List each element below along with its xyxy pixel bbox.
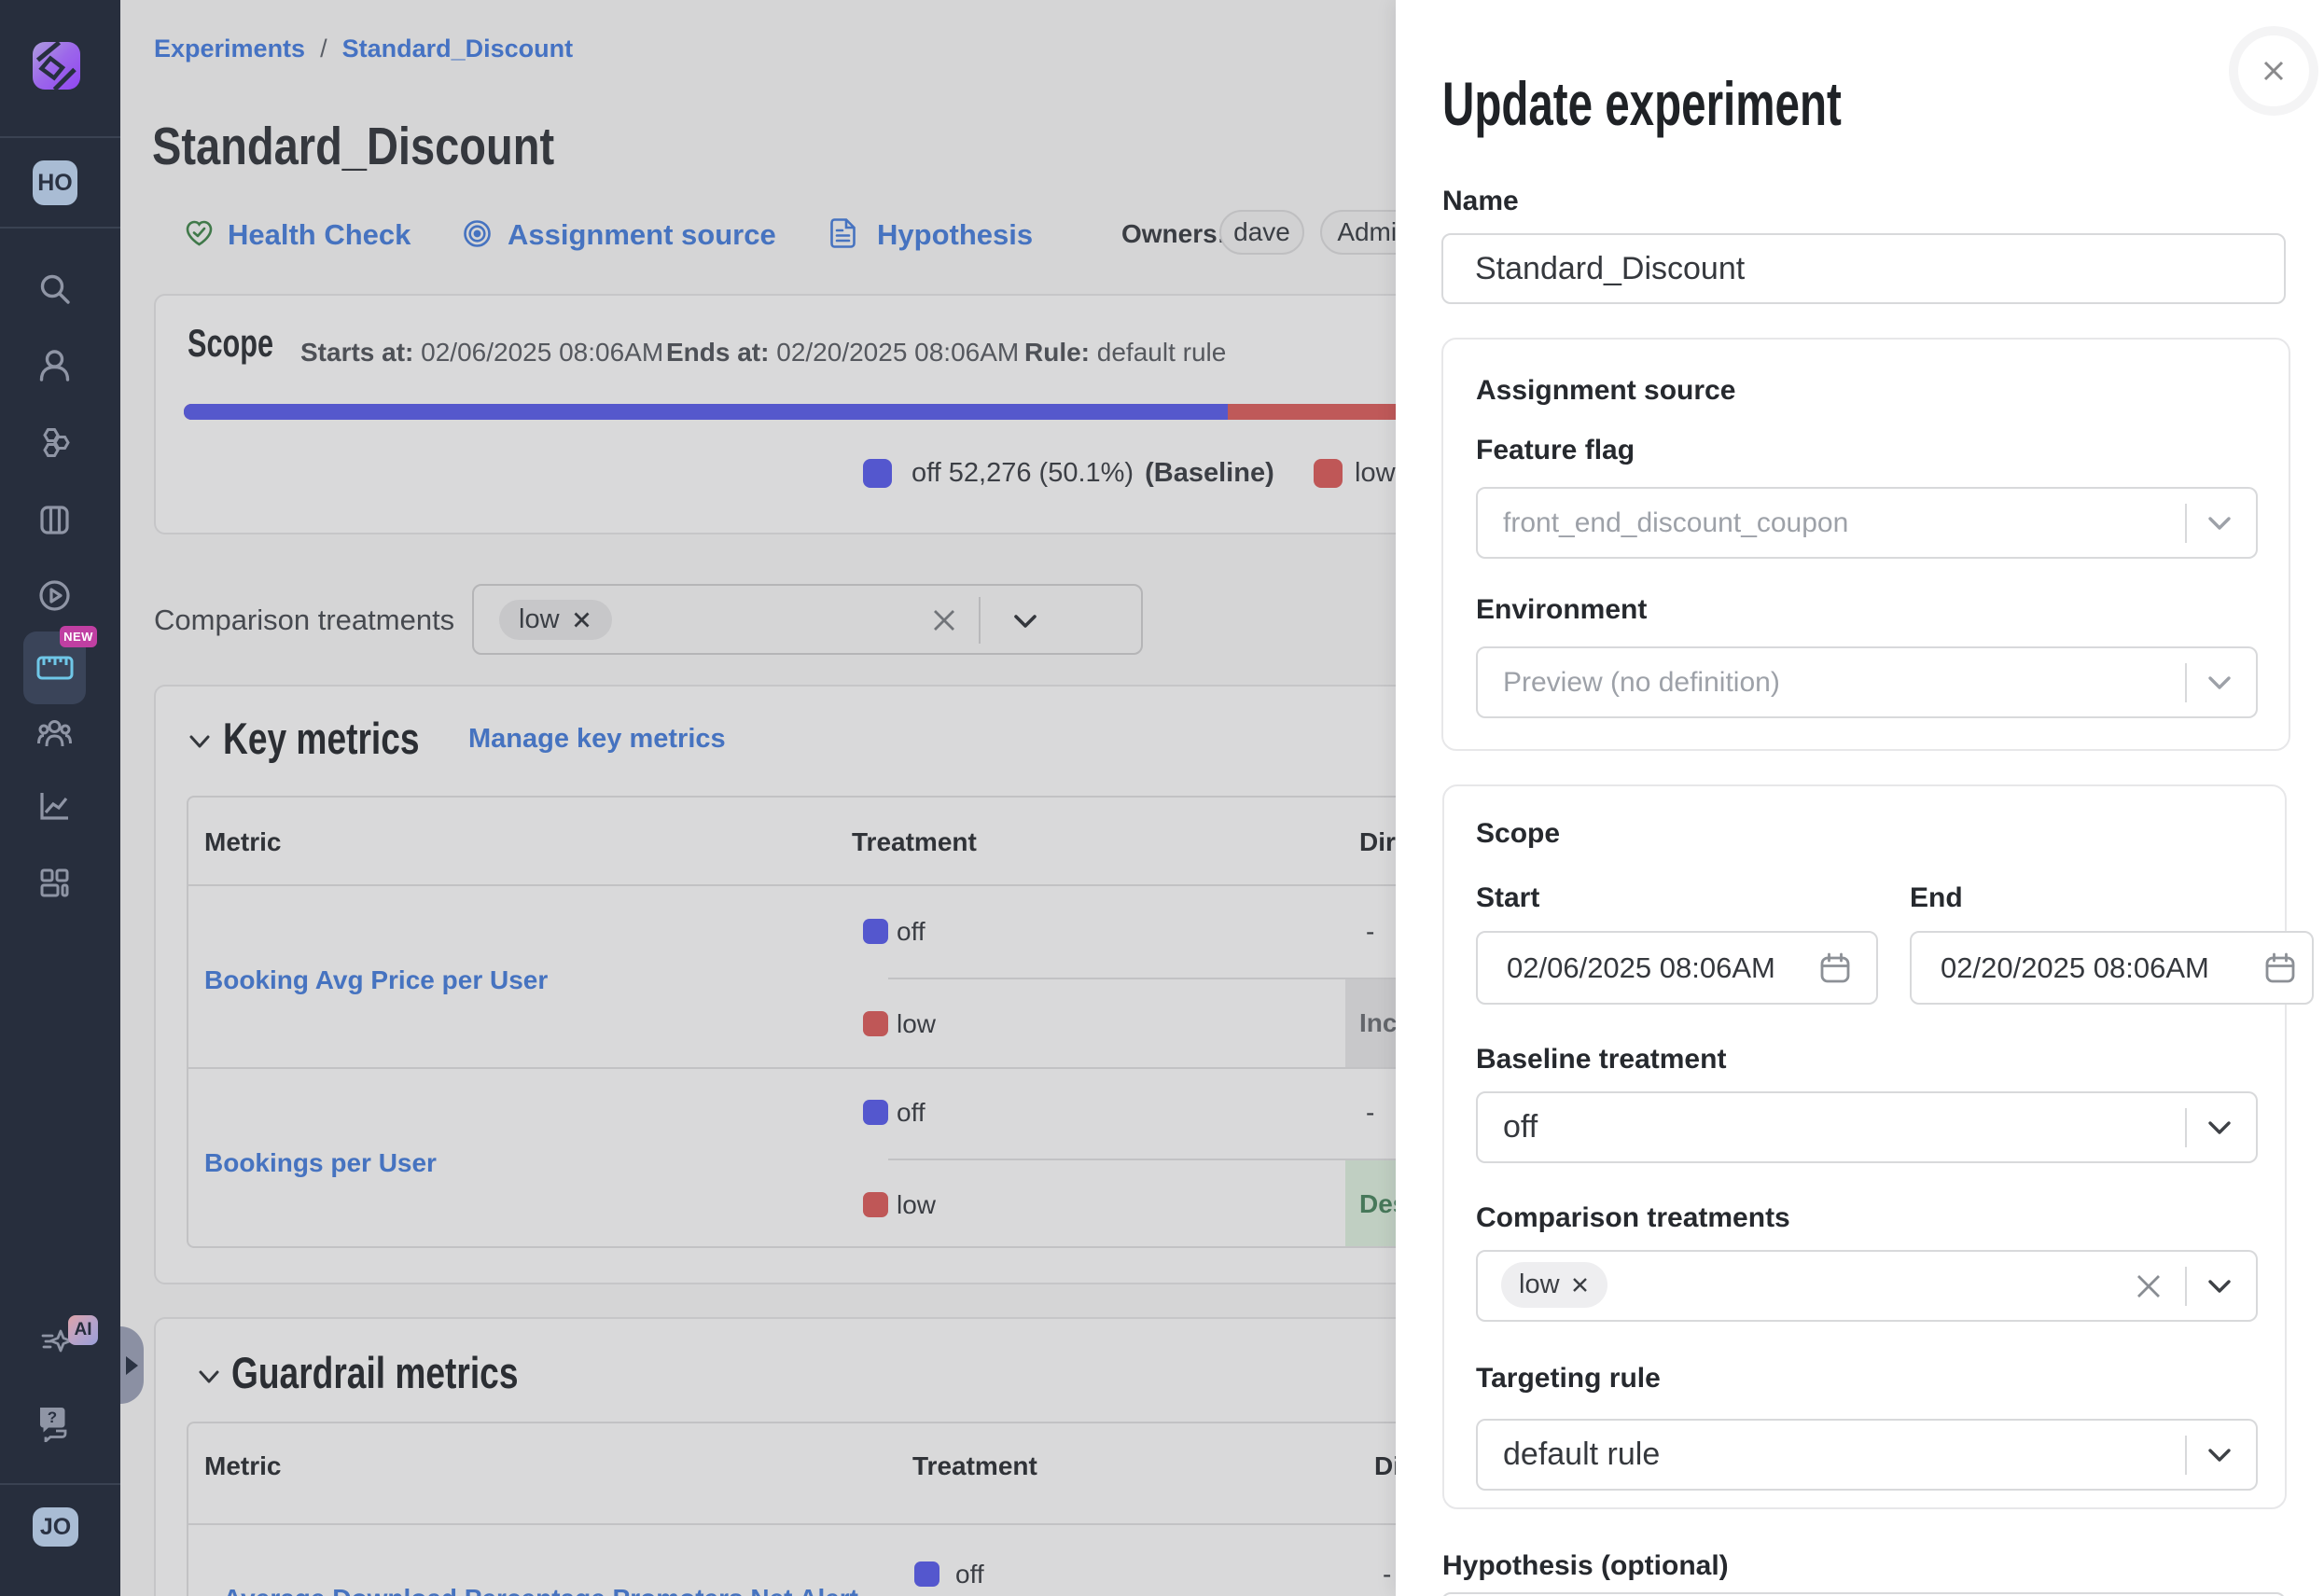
svg-text:?: ? xyxy=(48,1409,57,1426)
